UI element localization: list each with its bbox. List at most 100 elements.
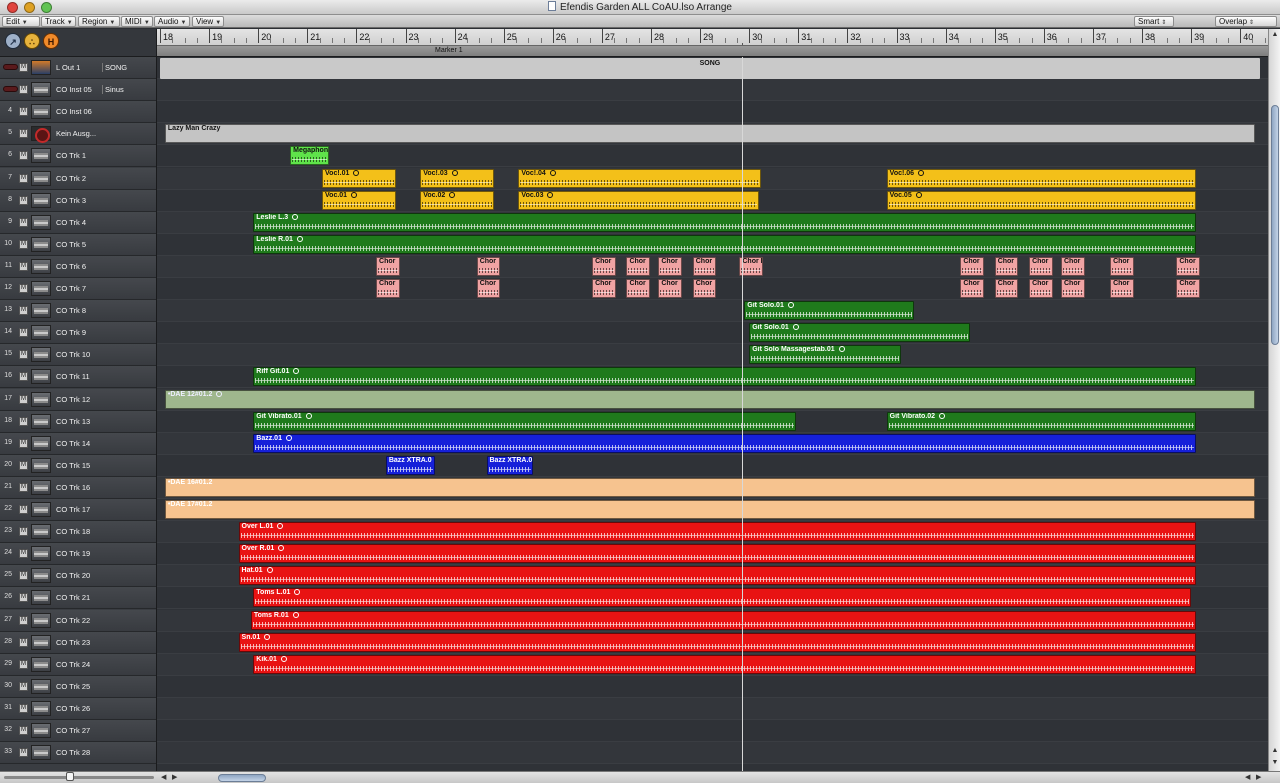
mute-button[interactable]: M [19, 505, 28, 514]
track-zoom-slider[interactable] [4, 772, 154, 781]
region[interactable]: Leslie L.3 [253, 212, 1196, 232]
track-header[interactable]: M CO Trk 26 31 [0, 697, 156, 720]
track-header[interactable]: M CO Trk 22 27 [0, 609, 156, 632]
region[interactable]: Chor [592, 256, 616, 276]
vertical-scroll-thumb[interactable] [1271, 105, 1279, 345]
track-header[interactable]: M CO Trk 9 14 [0, 322, 156, 345]
region[interactable]: Sn.01 [238, 632, 1196, 652]
track-name[interactable]: CO Trk 21 [56, 593, 90, 602]
track-header[interactable]: M CO Trk 21 26 [0, 587, 156, 610]
track-header[interactable]: MCO Inst 05Sinus3 [0, 79, 156, 102]
region[interactable]: Leslie R.01 [253, 234, 1196, 254]
track-lane[interactable] [157, 742, 1268, 765]
region[interactable]: Chor [994, 256, 1019, 276]
mute-button[interactable]: M [19, 549, 28, 559]
track-header[interactable]: M CO Trk 11 16 [0, 366, 156, 389]
track-header[interactable]: M CO Trk 28 33 [0, 742, 156, 765]
region[interactable]: Voc.02 [420, 190, 494, 210]
track-header[interactable]: M CO Trk 2 7 [0, 167, 156, 190]
region[interactable]: Git Solo.01 [744, 301, 914, 321]
arrange-area[interactable]: SONG Lazy Man Crazy Megaphon Voc!.01 Voc!.03… [157, 57, 1268, 771]
mute-button[interactable]: M [19, 328, 28, 338]
region[interactable]: Chor [1110, 256, 1134, 276]
region[interactable]: Chor [960, 279, 984, 298]
track-header[interactable]: M CO Trk 7 12 [0, 278, 156, 300]
marker-label[interactable]: Marker 1 [435, 47, 463, 54]
mute-button[interactable]: M [19, 659, 28, 669]
track-header[interactable]: M CO Trk 14 19 [0, 432, 156, 455]
menu-region[interactable]: Region ▼ [78, 16, 120, 27]
track-header[interactable]: M CO Trk 25 30 [0, 675, 156, 698]
hide-icon[interactable]: H [43, 33, 59, 49]
marker-lane[interactable]: Marker 1 [157, 45, 1268, 56]
region[interactable]: Bazz XTRA.0 [385, 455, 435, 475]
region[interactable]: Git Vibrato.01 [253, 411, 796, 431]
mute-button[interactable]: M [19, 637, 28, 647]
track-name[interactable]: CO Trk 18 [56, 527, 90, 536]
track-header[interactable]: M CO Trk 17 22 [0, 499, 156, 521]
track-header[interactable]: M Kein Ausg... 5 [0, 123, 156, 146]
region[interactable]: Chor [692, 279, 717, 298]
track-name[interactable]: CO Trk 4 [56, 218, 86, 227]
playhead-line[interactable] [741, 57, 743, 771]
track-header[interactable]: M CO Trk 10 15 [0, 344, 156, 367]
region[interactable]: Voc!.04 [518, 168, 762, 188]
region[interactable]: Chor [1176, 256, 1200, 276]
mute-button[interactable]: M [19, 482, 28, 492]
region[interactable]: Chor [1110, 279, 1134, 298]
track-name[interactable]: CO Trk 26 [56, 704, 90, 713]
mute-button[interactable]: M [19, 527, 28, 537]
record-enable-button[interactable] [3, 86, 18, 93]
track-name[interactable]: CO Inst 05 [56, 85, 92, 94]
mute-button[interactable]: M [19, 748, 28, 758]
scroll-up-icon[interactable]: ▲ [1270, 31, 1280, 41]
track-header[interactable]: M CO Trk 1 6 [0, 145, 156, 168]
mute-button[interactable]: M [19, 306, 28, 316]
mute-button[interactable]: M [19, 107, 28, 117]
region[interactable]: Chor [994, 279, 1019, 298]
track-name[interactable]: CO Trk 6 [56, 262, 86, 271]
track-header[interactable]: M CO Trk 16 21 [0, 476, 156, 499]
track-name[interactable]: CO Trk 7 [56, 284, 86, 293]
track-name[interactable]: CO Trk 11 [56, 372, 90, 381]
track-name[interactable]: CO Trk 24 [56, 660, 90, 669]
mute-button[interactable]: M [19, 681, 28, 691]
track-header[interactable]: M CO Trk 8 13 [0, 300, 156, 323]
track-name[interactable]: CO Trk 16 [56, 483, 90, 492]
region[interactable]: Over L.01 [238, 522, 1196, 542]
track-name[interactable]: CO Trk 13 [56, 417, 90, 426]
track-name[interactable]: CO Trk 22 [56, 616, 90, 625]
mute-button[interactable]: M [19, 173, 28, 183]
region[interactable]: Kik.01 [253, 654, 1196, 674]
track-header[interactable]: M CO Trk 24 29 [0, 653, 156, 676]
track-name[interactable]: Kein Ausg... [56, 129, 96, 138]
track-lane[interactable] [157, 79, 1268, 102]
track-header[interactable]: M CO Trk 19 24 [0, 543, 156, 566]
mute-button[interactable]: M [19, 217, 28, 227]
track-name[interactable]: CO Inst 06 [56, 107, 92, 116]
region[interactable]: •DAE 17#01.2 [164, 500, 1255, 519]
horizontal-scroll-thumb[interactable] [218, 774, 266, 782]
track-name[interactable]: CO Trk 14 [56, 439, 90, 448]
menu-audio[interactable]: Audio ▼ [154, 16, 190, 27]
mute-button[interactable]: M [19, 593, 28, 603]
region[interactable]: Hat.01 [238, 566, 1196, 586]
track-name[interactable]: CO Trk 10 [56, 350, 90, 359]
track-header[interactable]: M CO Trk 27 32 [0, 720, 156, 742]
track-header[interactable]: M CO Trk 18 23 [0, 521, 156, 544]
track-name[interactable]: CO Trk 1 [56, 151, 86, 160]
track-name[interactable]: CO Trk 12 [56, 395, 90, 404]
mute-button[interactable]: M [19, 615, 28, 625]
mute-button[interactable]: M [19, 460, 28, 470]
region[interactable]: Chor [592, 279, 616, 298]
scroll-right-icon[interactable]: ▶ [172, 773, 177, 781]
region[interactable]: Chor [960, 256, 984, 276]
region[interactable]: Voc.01 [322, 190, 396, 210]
track-name[interactable]: CO Trk 15 [56, 461, 90, 470]
track-name[interactable]: CO Trk 20 [56, 571, 90, 580]
track-header[interactable]: M CO Trk 5 10 [0, 233, 156, 256]
region[interactable]: Chor [1029, 256, 1053, 276]
tool-select[interactable]: Smart ⇕ [1134, 16, 1174, 27]
track-lane[interactable] [157, 300, 1268, 323]
track-header[interactable]: M CO Trk 3 8 [0, 189, 156, 212]
